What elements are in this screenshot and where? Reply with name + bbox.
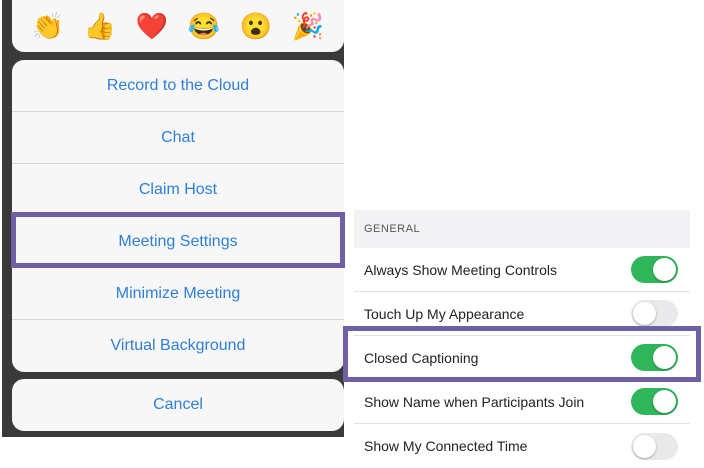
joy-reaction-icon[interactable]: 😂 (188, 13, 220, 39)
minimize-meeting-button[interactable]: Minimize Meeting (12, 268, 344, 320)
cancel-button[interactable]: Cancel (12, 379, 344, 431)
setting-row-show-connected-time: Show My Connected Time (354, 424, 690, 468)
open-mouth-reaction-icon[interactable]: 😮 (240, 13, 272, 39)
closed-captioning-highlight (343, 326, 701, 382)
clap-reaction-icon[interactable]: 👏 (32, 13, 64, 39)
reaction-bar: 👏 👍 ❤️ 😂 😮 🎉 (12, 0, 344, 52)
meeting-settings-highlight (11, 212, 345, 268)
toggle-knob (653, 390, 676, 413)
always-show-controls-toggle[interactable] (631, 256, 678, 283)
show-connected-time-toggle[interactable] (631, 432, 678, 460)
toggle-knob (633, 302, 656, 325)
show-name-on-join-toggle[interactable] (631, 388, 678, 415)
toggle-knob (653, 258, 676, 281)
record-to-cloud-button[interactable]: Record to the Cloud (12, 60, 344, 112)
tada-reaction-icon[interactable]: 🎉 (292, 13, 324, 39)
virtual-background-button[interactable]: Virtual Background (12, 320, 344, 372)
setting-row-always-show-controls: Always Show Meeting Controls (354, 248, 690, 292)
section-header-general: GENERAL (354, 210, 690, 248)
setting-label: Show My Connected Time (364, 438, 528, 454)
heart-reaction-icon[interactable]: ❤️ (136, 13, 168, 39)
claim-host-button[interactable]: Claim Host (12, 164, 344, 216)
thumbs-up-reaction-icon[interactable]: 👍 (84, 13, 116, 39)
toggle-knob (633, 434, 656, 458)
setting-label: Always Show Meeting Controls (364, 261, 557, 278)
touch-up-appearance-toggle[interactable] (631, 300, 678, 327)
setting-row-show-name-on-join: Show Name when Participants Join (354, 380, 690, 424)
setting-label: Touch Up My Appearance (364, 305, 525, 322)
setting-label: Show Name when Participants Join (364, 393, 585, 410)
chat-button[interactable]: Chat (12, 112, 344, 164)
